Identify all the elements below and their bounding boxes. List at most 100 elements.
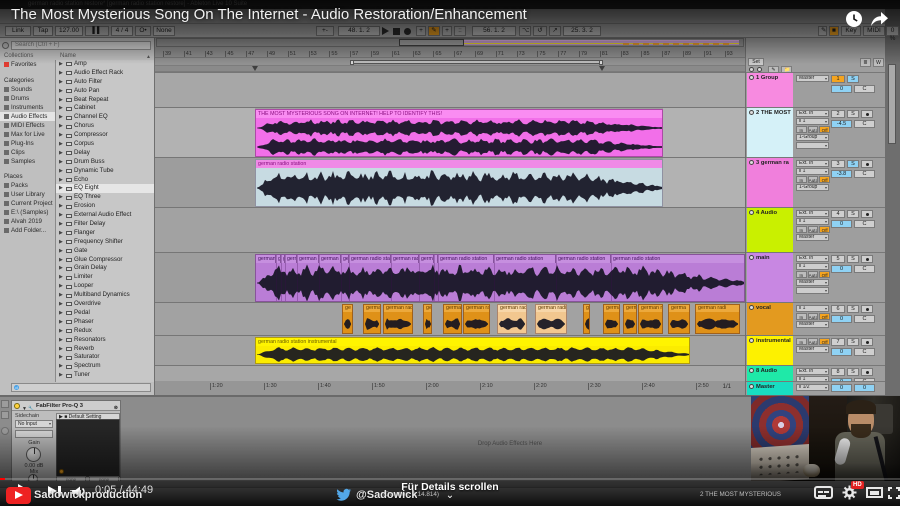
disclosure-triangle-icon[interactable]: ▶ xyxy=(59,176,64,185)
automation-arm-button[interactable]: ✎ xyxy=(428,26,440,36)
track-header-vocal[interactable]: vocalll 1▾InAutoOffMaster▾6S0C xyxy=(746,302,885,335)
theater-mode-icon[interactable] xyxy=(866,487,883,498)
tempo-field[interactable]: 127.00 xyxy=(55,26,83,36)
audio-clip-the-most-mys[interactable]: THE MOST MYSTERIOUS SONG ON INTERNET! HE… xyxy=(255,109,663,157)
disclosure-triangle-icon[interactable]: ▶ xyxy=(59,229,64,238)
audio-clip-german-radio-station[interactable]: germangggermgermangermangermgerman radio… xyxy=(255,254,745,302)
re-enable-automation-button[interactable]: + xyxy=(442,26,452,36)
session-toggle-icon[interactable]: W xyxy=(873,58,884,67)
sidebar-item-samples[interactable]: Samples xyxy=(0,157,55,166)
volume-field[interactable]: 0 xyxy=(831,220,852,228)
browser-item-external-audio-effect[interactable]: ▶External Audio Effect xyxy=(56,211,154,220)
draw-mode-button[interactable]: ✎ xyxy=(818,26,827,36)
arm-button[interactable] xyxy=(861,210,873,218)
solo-button[interactable]: S xyxy=(847,75,859,83)
audio-clip-vocal-segment[interactable]: german radi xyxy=(695,304,740,334)
audio-clip-vocal-segment[interactable]: germa xyxy=(668,304,690,334)
routing-select[interactable]: ll 1▾ xyxy=(796,218,829,225)
track-name[interactable]: 4 Audio xyxy=(747,208,793,252)
arrangement-lane-8-audio[interactable] xyxy=(155,365,745,381)
browser-item-filter-delay[interactable]: ▶Filter Delay xyxy=(56,220,154,229)
share-icon[interactable] xyxy=(869,10,889,28)
routing-select[interactable]: Master▾ xyxy=(796,321,829,328)
disclosure-triangle-icon[interactable]: ▶ xyxy=(59,362,64,371)
disclosure-triangle-icon[interactable]: ▶ xyxy=(59,318,64,327)
midi-overdub-button[interactable]: + xyxy=(416,26,426,36)
disclosure-triangle-icon[interactable]: ▶ xyxy=(59,264,64,273)
disclosure-triangle-icon[interactable]: ▶ xyxy=(59,96,64,105)
browser-item-chorus[interactable]: ▶Chorus xyxy=(56,122,154,131)
track-name[interactable]: 1 Group xyxy=(747,73,793,107)
sidebar-item-drums[interactable]: Drums xyxy=(0,94,55,103)
tap-tempo-button[interactable]: Tap xyxy=(33,26,53,36)
audio-clip-german-radio-station[interactable]: german radio station xyxy=(255,159,663,207)
disclosure-triangle-icon[interactable]: ▶ xyxy=(59,202,64,211)
groove-amount-field[interactable]: None xyxy=(153,26,175,36)
sidebar-item-favorites[interactable]: Favorites xyxy=(0,60,55,69)
solo-button[interactable]: S xyxy=(847,368,859,376)
disclosure-triangle-icon[interactable]: ▶ xyxy=(59,60,64,69)
track-name[interactable]: main xyxy=(747,253,793,302)
set-locator-button[interactable]: Set xyxy=(748,58,764,66)
arm-button[interactable] xyxy=(861,110,873,118)
track-number-button[interactable]: 5 xyxy=(831,255,845,263)
sidebar-item-max-for-live[interactable]: Max for Live xyxy=(0,130,55,139)
track-header-master[interactable]: Masterll 1/2▾00 xyxy=(746,381,885,395)
clip-segment[interactable]: german radio station xyxy=(611,255,745,263)
arranger-toggle-icon[interactable]: ≣ xyxy=(860,58,871,67)
arm-button[interactable] xyxy=(861,368,873,376)
monitor-auto-button[interactable]: Auto xyxy=(808,313,819,320)
monitor-in-button[interactable]: In xyxy=(796,338,807,345)
sidebar-item-plug-ins[interactable]: Plug-Ins xyxy=(0,139,55,148)
computer-midi-keyboard-button[interactable]: ■ xyxy=(829,26,839,36)
routing-select[interactable]: 1-Group▾ xyxy=(796,184,829,191)
browser-item-glue-compressor[interactable]: ▶Glue Compressor xyxy=(56,256,154,265)
disclosure-triangle-icon[interactable]: ▶ xyxy=(59,238,64,247)
monitor-auto-button[interactable]: Auto xyxy=(808,126,819,133)
disclosure-triangle-icon[interactable]: ▶ xyxy=(59,256,64,265)
routing-select[interactable]: Master▾ xyxy=(796,234,829,241)
arrangement-lane-vocal[interactable]: gegermangerman radgegermangerman radgerm… xyxy=(155,302,745,335)
solo-button[interactable]: S xyxy=(847,210,859,218)
disclosure-triangle-icon[interactable]: ▶ xyxy=(59,247,64,256)
sidebar-item-alvah-2019[interactable]: Alvah 2019 xyxy=(0,217,55,226)
track-number-button[interactable]: 1 xyxy=(831,75,845,83)
fullscreen-icon[interactable] xyxy=(888,486,900,498)
monitor-auto-button[interactable]: Auto xyxy=(808,176,819,183)
audio-clip-vocal-segment[interactable]: ge xyxy=(583,304,590,334)
loop-brace[interactable] xyxy=(351,60,602,64)
arrangement-position-field[interactable]: 48. 1. 2 xyxy=(338,26,380,36)
clip-segment[interactable]: german xyxy=(297,255,319,263)
disclosure-triangle-icon[interactable]: ▶ xyxy=(59,282,64,291)
video-title[interactable]: The Most Mysterious Song On The Internet… xyxy=(11,6,871,23)
routing-select[interactable]: ll 1/2▾ xyxy=(796,384,829,391)
detail-toggle-icon[interactable] xyxy=(1,411,9,419)
clip-segment[interactable]: german radio station xyxy=(494,255,556,263)
volume-field[interactable]: 0 xyxy=(831,265,852,273)
routing-select[interactable]: Ext. In▾ xyxy=(796,368,829,375)
track-name[interactable]: vocal xyxy=(747,303,793,335)
disclosure-triangle-icon[interactable]: ▶ xyxy=(59,140,64,149)
track-number-button[interactable]: 7 xyxy=(831,338,845,346)
disclosure-triangle-icon[interactable]: ▶ xyxy=(59,300,64,309)
punch-in-button[interactable]: ⌥ xyxy=(519,26,531,36)
arrangement-lane-1-group[interactable] xyxy=(155,72,745,107)
browser-item-channel-eq[interactable]: ▶Channel EQ xyxy=(56,113,154,122)
routing-select[interactable]: ▾ xyxy=(796,287,829,294)
audio-clip-vocal-segment[interactable]: germa xyxy=(623,304,637,334)
volume-field[interactable]: 0 xyxy=(831,315,852,323)
audio-clip-vocal-segment[interactable]: german radio xyxy=(535,304,567,334)
sidebar-item-midi-effects[interactable]: MIDI Effects xyxy=(0,121,55,130)
disclosure-triangle-icon[interactable]: ▶ xyxy=(59,149,64,158)
disclosure-triangle-icon[interactable]: ▶ xyxy=(59,211,64,220)
browser-item-cabinet[interactable]: ▶Cabinet xyxy=(56,104,154,113)
punch-in-position-field[interactable]: 56. 1. 2 xyxy=(472,26,516,36)
monitor-off-button[interactable]: Off xyxy=(819,313,830,320)
pan-field[interactable]: C xyxy=(854,265,875,273)
disclosure-triangle-icon[interactable]: ▶ xyxy=(59,220,64,229)
track-header-main[interactable]: mainExt. In▾ll 1▾InAutoOffMaster▾▾5S0C xyxy=(746,252,885,302)
routing-select[interactable]: Ext. In▾ xyxy=(796,255,829,262)
audio-clip-vocal-segment[interactable]: germa xyxy=(603,304,620,334)
sidebar-item-e-samples[interactable]: E:\ (Samples) xyxy=(0,208,55,217)
monitor-in-button[interactable]: In xyxy=(796,271,807,278)
